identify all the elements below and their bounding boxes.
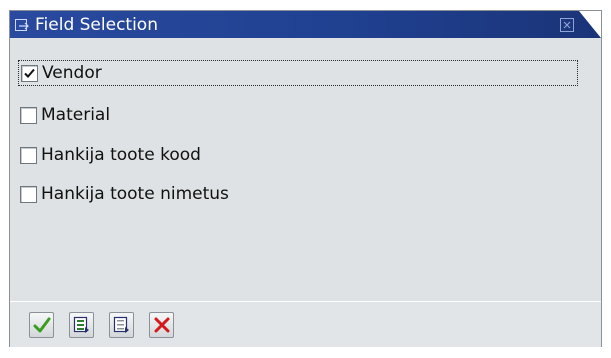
field-row-hankija-toote-nimetus[interactable]: Hankija toote nimetus (20, 181, 229, 207)
select-all-icon (73, 316, 89, 333)
field-label-vendor: Vendor (42, 63, 102, 83)
vendor-checkbox[interactable] (21, 64, 38, 82)
hankija-toote-kood-checkbox[interactable] (20, 146, 37, 164)
dialog-toolbar (10, 301, 601, 347)
field-label-material: Material (41, 105, 111, 125)
titlebar-corner (579, 11, 601, 38)
close-icon[interactable] (560, 17, 574, 32)
hankija-toote-nimetus-checkbox[interactable] (20, 185, 37, 203)
window-dialog-icon (15, 18, 29, 32)
field-row-vendor[interactable]: Vendor (18, 60, 578, 86)
field-selection-dialog: Field Selection Vendor Material Hankija … (9, 10, 602, 347)
field-row-hankija-toote-kood[interactable]: Hankija toote kood (20, 142, 201, 168)
checkmark-icon (24, 68, 35, 78)
dialog-titlebar[interactable]: Field Selection (10, 11, 601, 38)
cancel-x-icon (154, 317, 170, 333)
cancel-button[interactable] (149, 312, 174, 338)
checkmark-icon (33, 317, 51, 333)
confirm-button[interactable] (29, 312, 54, 338)
field-label-hankija-toote-kood: Hankija toote kood (41, 145, 201, 165)
deselect-all-button[interactable] (109, 312, 134, 338)
field-row-material[interactable]: Material (20, 102, 110, 128)
material-checkbox[interactable] (20, 106, 37, 124)
dialog-title: Field Selection (35, 15, 158, 35)
select-all-button[interactable] (69, 312, 94, 338)
deselect-all-icon (113, 316, 129, 333)
field-label-hankija-toote-nimetus: Hankija toote nimetus (41, 184, 229, 204)
